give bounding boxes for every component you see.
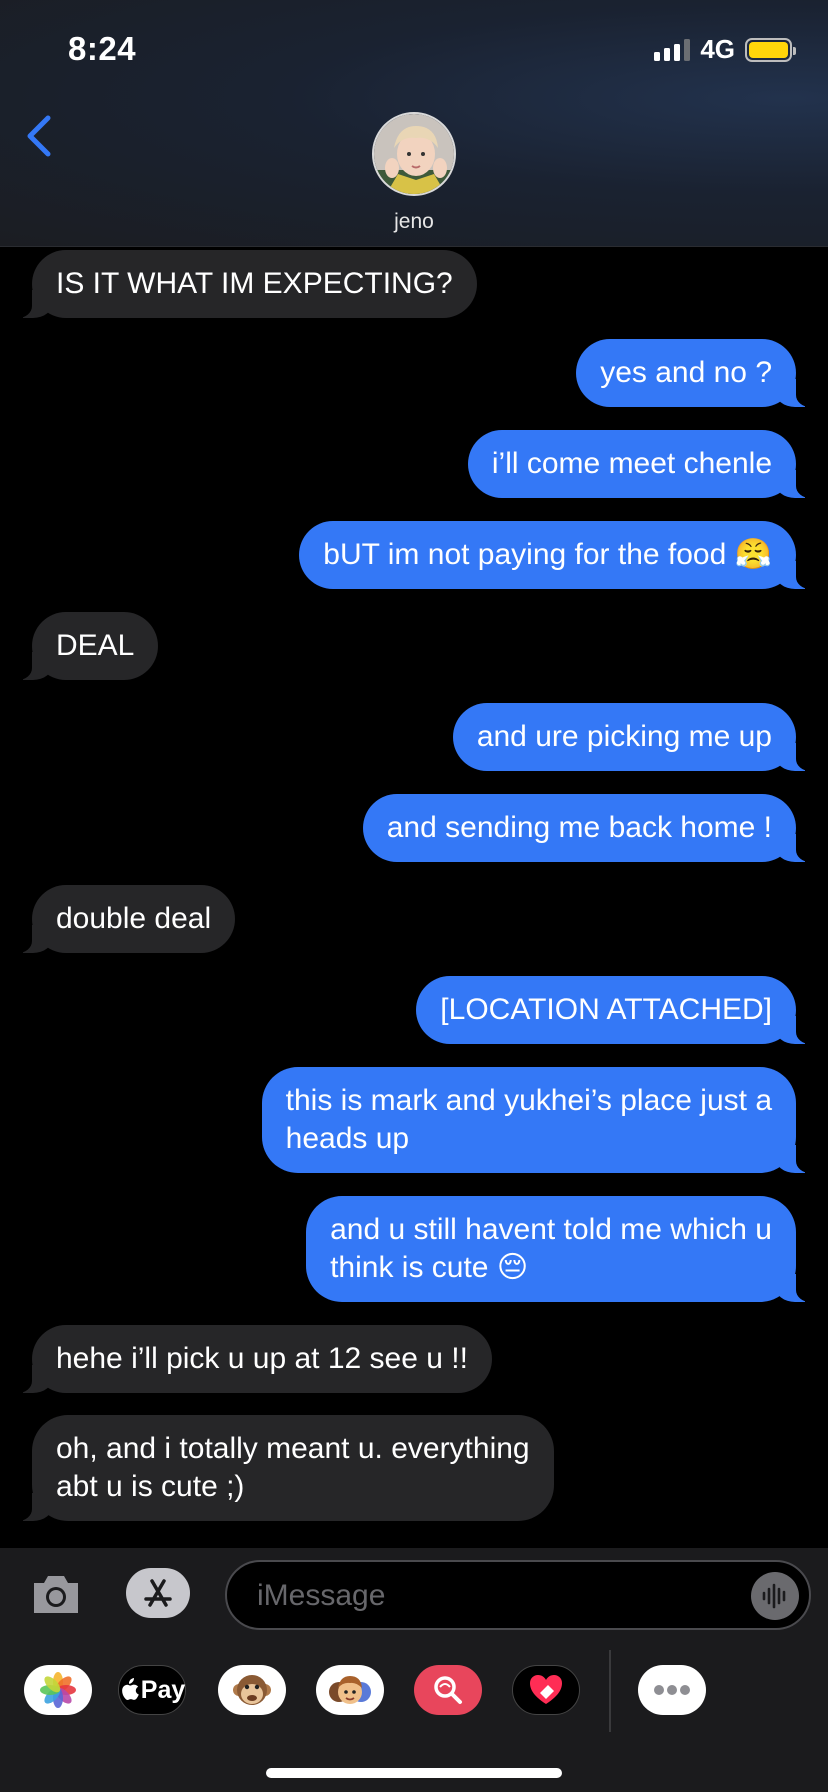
- digital-touch-icon: [530, 1675, 562, 1704]
- audio-waveform-icon: [762, 1583, 786, 1609]
- network-type: 4G: [700, 34, 735, 64]
- message-bubble-outgoing[interactable]: i’ll come meet chenle: [467, 430, 813, 498]
- home-indicator[interactable]: [266, 1768, 562, 1778]
- memoji-icon: [329, 1676, 371, 1704]
- app-drawer: Pay: [0, 1653, 828, 1723]
- message-bubble-outgoing[interactable]: bUT im not paying for the food 😤: [299, 521, 812, 589]
- message-bubble-outgoing[interactable]: and sending me back home !: [362, 794, 813, 862]
- app-store-icon: [144, 1579, 172, 1607]
- animoji-app-button[interactable]: [218, 1665, 286, 1715]
- contact-name[interactable]: jeno: [0, 210, 828, 234]
- apple-logo-icon: [121, 1678, 139, 1700]
- message-bubble-outgoing[interactable]: yes and no ?: [576, 339, 812, 407]
- image-search-icon: [434, 1676, 462, 1704]
- chevron-left-icon: [27, 115, 51, 157]
- message-bubble-incoming[interactable]: oh, and i totally meant u. everything ab…: [16, 1415, 554, 1521]
- image-search-app-button[interactable]: [414, 1665, 482, 1715]
- camera-icon: [34, 1576, 78, 1613]
- app-drawer-divider: [609, 1650, 611, 1732]
- photos-icon: [40, 1672, 76, 1708]
- message-bubble-outgoing[interactable]: this is mark and yukhei’s place just a h…: [261, 1067, 813, 1173]
- photos-app-button[interactable]: [24, 1665, 92, 1715]
- status-time: 8:24: [68, 30, 137, 67]
- more-apps-button[interactable]: [638, 1665, 706, 1715]
- battery-icon: [745, 37, 796, 62]
- more-apps-icon: [654, 1685, 690, 1695]
- app-store-button[interactable]: [126, 1568, 190, 1618]
- message-bubble-outgoing[interactable]: [LOCATION ATTACHED]: [416, 976, 812, 1044]
- back-button[interactable]: [22, 112, 58, 160]
- apple-pay-button[interactable]: Pay: [118, 1665, 186, 1715]
- memoji-app-button[interactable]: [316, 1665, 384, 1715]
- conversation-header: 8:24 4G jeno: [0, 0, 828, 247]
- avatar-photo: [374, 114, 454, 194]
- audio-button[interactable]: [751, 1572, 799, 1620]
- status-indicators: 4G: [654, 34, 796, 65]
- message-bubble-outgoing[interactable]: and u still havent told me which u think…: [306, 1196, 812, 1302]
- message-bubble-incoming[interactable]: double deal: [15, 885, 236, 953]
- message-bubble-incoming[interactable]: DEAL: [15, 612, 159, 680]
- message-thread: IS IT WHAT IM EXPECTING? yes and no ? i’…: [0, 248, 828, 1548]
- animoji-icon: [233, 1675, 271, 1705]
- apple-pay-icon: Pay: [119, 1676, 185, 1705]
- camera-button[interactable]: [30, 1569, 82, 1619]
- message-input[interactable]: [257, 1576, 707, 1616]
- message-field[interactable]: [225, 1560, 811, 1630]
- compose-bar: Pay: [0, 1548, 828, 1792]
- apple-pay-label: Pay: [140, 1675, 186, 1704]
- signal-icon: [654, 38, 691, 61]
- message-bubble-outgoing[interactable]: and ure picking me up: [452, 703, 813, 771]
- message-bubble-incoming[interactable]: hehe i’ll pick u up at 12 see u !!: [16, 1325, 492, 1393]
- digital-touch-app-button[interactable]: [512, 1665, 580, 1715]
- message-bubble-incoming[interactable]: IS IT WHAT IM EXPECTING?: [16, 250, 477, 318]
- contact-avatar[interactable]: [372, 112, 456, 196]
